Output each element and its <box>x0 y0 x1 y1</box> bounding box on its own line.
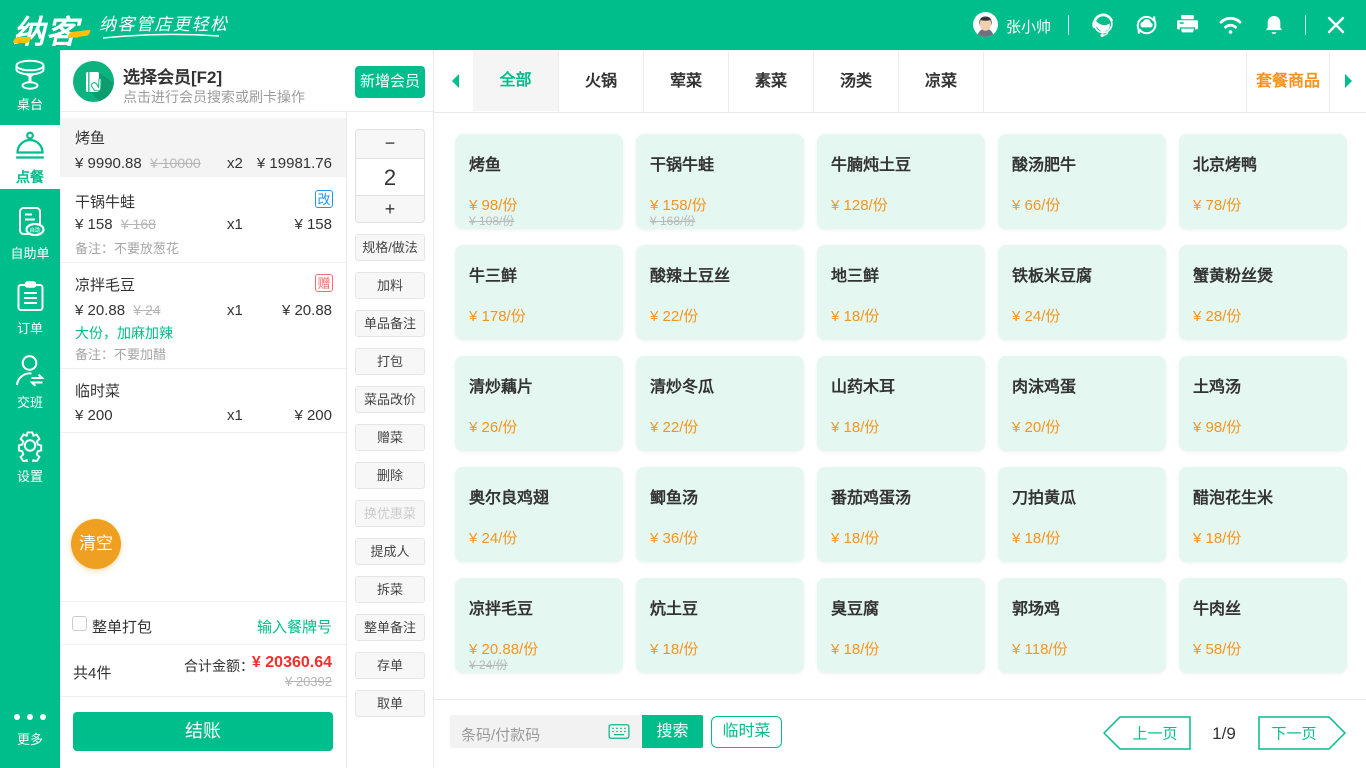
svg-text:自助: 自助 <box>29 226 41 234</box>
svg-text:下一页: 下一页 <box>1271 726 1316 743</box>
svg-text:上一页: 上一页 <box>1132 726 1177 743</box>
